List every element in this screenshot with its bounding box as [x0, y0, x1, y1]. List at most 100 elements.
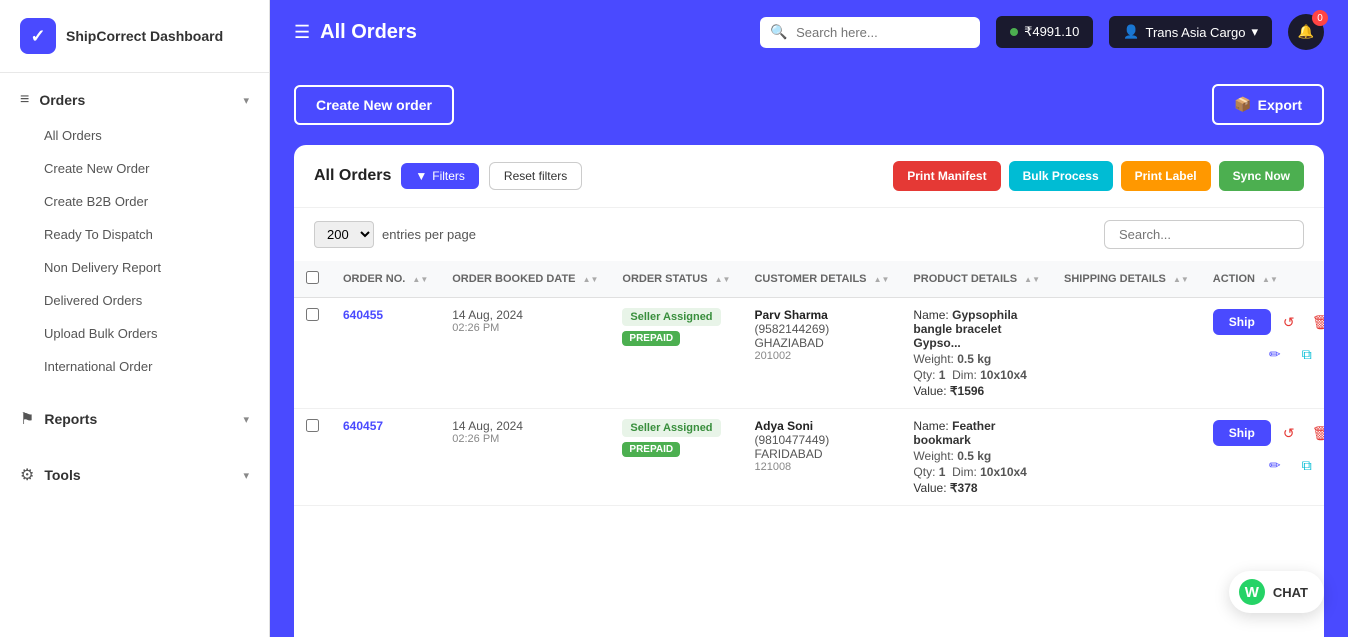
order-no-link-1[interactable]: 640457: [343, 419, 383, 433]
col-order-status[interactable]: ORDER STATUS ▲▼: [610, 261, 742, 298]
orders-card-title: All Orders: [314, 167, 391, 185]
header-search-icon: 🔍: [770, 24, 787, 41]
sort-date-icon[interactable]: ▲▼: [583, 276, 599, 284]
wallet-status-dot: [1010, 28, 1018, 36]
orders-section-header[interactable]: ≡ Orders ▾: [0, 81, 269, 119]
row-date-text-0: 14 Aug, 2024: [452, 308, 598, 322]
reports-section-header[interactable]: ⚑ Reports ▾: [0, 399, 269, 439]
col-action[interactable]: ACTION ▲▼: [1201, 261, 1324, 298]
hamburger-icon[interactable]: ☰: [294, 22, 310, 43]
reports-section-label: Reports: [44, 411, 97, 427]
tools-icon: ⚙: [20, 465, 34, 485]
sidebar-item-all-orders[interactable]: All Orders: [0, 119, 269, 152]
sort-product-icon[interactable]: ▲▼: [1024, 276, 1040, 284]
sort-customer-icon[interactable]: ▲▼: [874, 276, 890, 284]
orders-card-title-area: All Orders ▼ Filters Reset filters: [314, 162, 582, 190]
table-row: 640455 14 Aug, 2024 02:26 PM Seller Assi…: [294, 298, 1324, 409]
sidebar-item-ready-to-dispatch[interactable]: Ready To Dispatch: [0, 218, 269, 251]
table-search-input[interactable]: [1104, 220, 1304, 249]
col-shipping-details[interactable]: SHIPPING DETAILS ▲▼: [1052, 261, 1201, 298]
product-weight-0: Weight: 0.5 kg: [913, 352, 1040, 366]
sort-order-no-icon[interactable]: ▲▼: [412, 276, 428, 284]
sync-now-button[interactable]: Sync Now: [1219, 161, 1304, 191]
sidebar-item-create-b2b-order[interactable]: Create B2B Order: [0, 185, 269, 218]
table-wrapper: ORDER NO. ▲▼ ORDER BOOKED DATE ▲▼ ORDER …: [294, 261, 1324, 637]
sidebar-item-international-order[interactable]: International Order: [0, 350, 269, 383]
col-product-details[interactable]: PRODUCT DETAILS ▲▼: [901, 261, 1052, 298]
delete-button-0[interactable]: 🗑: [1307, 308, 1324, 336]
ship-button-0[interactable]: Ship: [1213, 309, 1271, 335]
ship-button-1[interactable]: Ship: [1213, 420, 1271, 446]
entries-control: 200 100 50 entries per page: [314, 221, 476, 248]
header-title-area: ☰ All Orders: [294, 21, 744, 44]
row-status-0: Seller Assigned PREPAID: [610, 298, 742, 409]
print-manifest-button[interactable]: Print Manifest: [893, 161, 1000, 191]
row-action-1: Ship ↺ 🗑 ✏ ⧉: [1201, 409, 1324, 506]
order-no-link-0[interactable]: 640455: [343, 308, 383, 322]
search-wrapper: 🔍: [760, 17, 980, 48]
sort-status-icon[interactable]: ▲▼: [715, 276, 731, 284]
sidebar-item-delivered-orders[interactable]: Delivered Orders: [0, 284, 269, 317]
notification-button[interactable]: 🔔 0: [1288, 14, 1324, 50]
notification-badge: 0: [1312, 10, 1328, 26]
wallet-amount: ₹4991.10: [1024, 24, 1079, 40]
product-name-1: Name: Feather bookmark: [913, 419, 1040, 447]
customer-phone-0: (9582144269): [754, 322, 889, 336]
row-checkbox-input-0[interactable]: [306, 308, 319, 321]
row-shipping-0: [1052, 298, 1201, 409]
copy-button-0[interactable]: ⧉: [1293, 340, 1321, 368]
undo-button-0[interactable]: ↺: [1275, 308, 1303, 336]
row-shipping-1: [1052, 409, 1201, 506]
user-name: Trans Asia Cargo: [1146, 25, 1246, 40]
copy-button-1[interactable]: ⧉: [1293, 451, 1321, 479]
print-label-button[interactable]: Print Label: [1121, 161, 1211, 191]
export-button[interactable]: 📦 Export: [1212, 84, 1324, 125]
orders-chevron-icon: ▾: [243, 94, 249, 107]
edit-button-0[interactable]: ✏: [1261, 340, 1289, 368]
reports-chevron-icon: ▾: [243, 413, 249, 426]
sidebar-item-create-new-order[interactable]: Create New Order: [0, 152, 269, 185]
page-top-bar: Create New order 📦 Export: [294, 84, 1324, 125]
sort-shipping-icon[interactable]: ▲▼: [1173, 276, 1189, 284]
bulk-process-button[interactable]: Bulk Process: [1009, 161, 1113, 191]
filters-button[interactable]: ▼ Filters: [401, 163, 479, 189]
product-weight-1: Weight: 0.5 kg: [913, 449, 1040, 463]
reset-filters-button[interactable]: Reset filters: [489, 162, 582, 190]
row-status-1: Seller Assigned PREPAID: [610, 409, 742, 506]
edit-button-1[interactable]: ✏: [1261, 451, 1289, 479]
sort-action-icon[interactable]: ▲▼: [1262, 276, 1278, 284]
sidebar-item-upload-bulk-orders[interactable]: Upload Bulk Orders: [0, 317, 269, 350]
select-all-checkbox[interactable]: [306, 271, 319, 284]
customer-name-1: Adya Soni: [754, 419, 889, 433]
row-checkbox-input-1[interactable]: [306, 419, 319, 432]
create-order-button[interactable]: Create New order: [294, 85, 454, 125]
col-order-no[interactable]: ORDER NO. ▲▼: [331, 261, 440, 298]
row-date-0: 14 Aug, 2024 02:26 PM: [440, 298, 610, 409]
sidebar-item-non-delivery-report[interactable]: Non Delivery Report: [0, 251, 269, 284]
status-badge-1: Seller Assigned: [622, 419, 720, 437]
reports-icon: ⚑: [20, 409, 34, 429]
tools-chevron-icon: ▾: [243, 469, 249, 482]
col-order-booked-date[interactable]: ORDER BOOKED DATE ▲▼: [440, 261, 610, 298]
col-customer-details[interactable]: CUSTOMER DETAILS ▲▼: [742, 261, 901, 298]
row-product-1: Name: Feather bookmark Weight: 0.5 kg Qt…: [901, 409, 1052, 506]
undo-button-1[interactable]: ↺: [1275, 419, 1303, 447]
customer-city-1: FARIDABAD: [754, 447, 889, 461]
wallet-button[interactable]: ₹4991.10: [996, 16, 1093, 48]
row-customer-1: Adya Soni (9810477449) FARIDABAD 121008: [742, 409, 901, 506]
chat-label: CHAT: [1273, 585, 1308, 600]
delete-button-1[interactable]: 🗑: [1307, 419, 1324, 447]
chat-widget[interactable]: W CHAT: [1229, 571, 1324, 613]
user-chevron-icon: ▾: [1251, 24, 1258, 40]
header-title: All Orders: [320, 21, 417, 44]
entries-select[interactable]: 200 100 50: [314, 221, 374, 248]
filter-icon: ▼: [415, 169, 427, 183]
user-button[interactable]: 👤 Trans Asia Cargo ▾: [1109, 16, 1272, 48]
logo-icon: ✓: [20, 18, 56, 54]
product-value-0: Value: ₹1596: [913, 384, 1040, 398]
reports-section: ⚑ Reports ▾: [0, 391, 269, 447]
orders-table: ORDER NO. ▲▼ ORDER BOOKED DATE ▲▼ ORDER …: [294, 261, 1324, 506]
tools-section-header[interactable]: ⚙ Tools ▾: [0, 455, 269, 495]
header-search-input[interactable]: [760, 17, 980, 48]
user-icon: 👤: [1123, 24, 1139, 40]
